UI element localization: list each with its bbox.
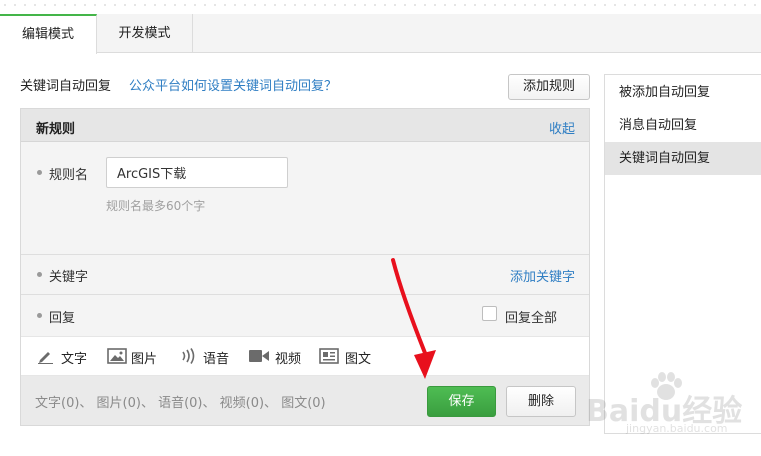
rule-panel: 新规则 收起 规则名 规则名最多60个字 关键字 添加关键字 回复 回复全部 文… bbox=[20, 108, 590, 426]
tab-edit-mode[interactable]: 编辑模式 bbox=[0, 14, 97, 54]
delete-button[interactable]: 删除 bbox=[506, 386, 576, 417]
collapse-link[interactable]: 收起 bbox=[549, 118, 575, 137]
section-title: 关键词自动回复 bbox=[20, 79, 112, 94]
sidebar-item-keyword-reply[interactable]: 关键词自动回复 bbox=[605, 142, 761, 175]
rule-name-label: 规则名 bbox=[49, 168, 89, 183]
add-rule-button[interactable]: 添加规则 bbox=[508, 74, 590, 100]
red-arrow-annotation bbox=[391, 258, 436, 379]
reply-type-label: 图片 bbox=[131, 352, 158, 367]
save-button[interactable]: 保存 bbox=[427, 386, 496, 417]
divider bbox=[21, 294, 589, 295]
mode-tab-bar: 编辑模式 开发模式 bbox=[0, 14, 761, 54]
reply-type-text[interactable]: 文字 bbox=[37, 337, 93, 375]
divider bbox=[21, 254, 589, 255]
bullet-dot bbox=[37, 272, 42, 277]
reply-type-label: 图文 bbox=[345, 352, 372, 367]
watermark-subtext: jingyan.baidu.com bbox=[626, 422, 728, 435]
news-icon bbox=[319, 348, 339, 364]
audio-icon bbox=[182, 348, 195, 364]
sidebar-item-added-reply[interactable]: 被添加自动回复 bbox=[605, 76, 761, 109]
rule-panel-footer: 文字(0)、 图片(0)、 语音(0)、 视频(0)、 图文(0) 保存 删除 bbox=[21, 376, 589, 425]
reply-type-news[interactable]: 图文 bbox=[319, 337, 377, 375]
baidu-watermark: Baidu经验 jingyan.baidu.com bbox=[586, 372, 761, 442]
reply-type-voice[interactable]: 语音 bbox=[180, 337, 236, 375]
reply-type-label: 视频 bbox=[275, 352, 302, 367]
reply-all-label: 回复全部 bbox=[505, 311, 558, 326]
reply-type-video[interactable]: 视频 bbox=[248, 337, 306, 375]
reply-counts: 文字(0)、 图片(0)、 语音(0)、 视频(0)、 图文(0) bbox=[35, 396, 326, 411]
rule-name-hint: 规则名最多60个字 bbox=[106, 199, 206, 213]
bullet-dot bbox=[37, 170, 42, 175]
reply-type-toolbar: 文字 图片 语音 视频 图文 bbox=[21, 336, 589, 376]
rule-panel-title: 新规则 bbox=[36, 122, 76, 137]
reply-all-checkbox[interactable] bbox=[482, 306, 497, 321]
tab-dev-mode[interactable]: 开发模式 bbox=[97, 14, 193, 53]
pencil-icon bbox=[38, 352, 53, 364]
bullet-dot bbox=[37, 313, 42, 318]
video-icon bbox=[249, 350, 269, 362]
add-keyword-link[interactable]: 添加关键字 bbox=[510, 266, 575, 285]
reply-label: 回复 bbox=[49, 311, 76, 326]
rule-panel-header: 新规则 收起 bbox=[21, 109, 589, 142]
rule-name-input[interactable] bbox=[106, 157, 288, 188]
reply-type-label: 文字 bbox=[61, 352, 88, 367]
sidebar-item-message-reply[interactable]: 消息自动回复 bbox=[605, 109, 761, 142]
reply-type-image[interactable]: 图片 bbox=[107, 337, 163, 375]
help-link[interactable]: 公众平台如何设置关键词自动回复？ bbox=[129, 75, 337, 94]
keyword-label: 关键字 bbox=[49, 270, 89, 285]
top-dotted-strip bbox=[0, 0, 761, 14]
reply-type-label: 语音 bbox=[203, 352, 230, 367]
image-icon bbox=[107, 348, 127, 364]
